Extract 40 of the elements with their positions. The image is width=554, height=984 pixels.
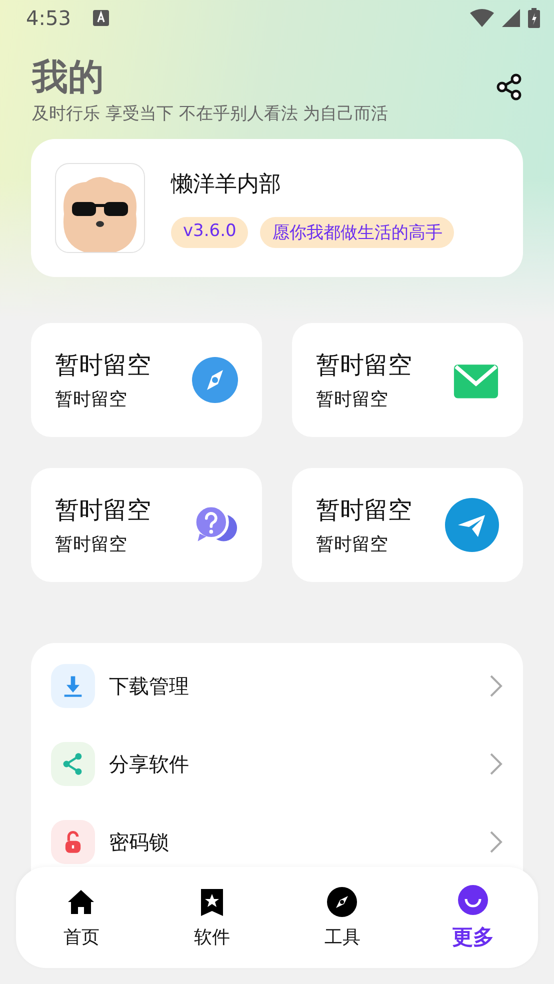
profile-name: 懒洋羊内部 bbox=[171, 170, 282, 198]
share-button[interactable] bbox=[494, 72, 524, 102]
tile-title: 暂时留空 bbox=[316, 350, 413, 381]
nav-tab[interactable]: 软件 bbox=[172, 886, 252, 948]
chevron-right-icon bbox=[489, 752, 503, 776]
nav-tab[interactable]: 工具 bbox=[302, 886, 382, 948]
nav-tab[interactable]: 更多 bbox=[432, 884, 513, 950]
download-icon bbox=[51, 664, 95, 708]
share-icon bbox=[51, 742, 95, 786]
unlocked-padlock-icon bbox=[51, 820, 95, 864]
tile-subtitle: 暂时留空 bbox=[316, 533, 389, 556]
tile-subtitle: 暂时留空 bbox=[55, 533, 128, 556]
compass-icon bbox=[327, 886, 358, 916]
chevron-right-icon bbox=[489, 674, 503, 698]
paper-plane-icon bbox=[445, 498, 499, 552]
battery-icon bbox=[528, 8, 540, 28]
tag: v3.6.0 bbox=[171, 216, 248, 248]
tile-subtitle: 暂时留空 bbox=[55, 388, 128, 411]
compass-icon bbox=[192, 357, 238, 403]
nav-tab[interactable]: 首页 bbox=[41, 886, 122, 948]
tile-title: 暂时留空 bbox=[55, 350, 152, 381]
tile-title: 暂时留空 bbox=[55, 495, 152, 526]
shortcut-tile[interactable]: 暂时留空 暂时留空 bbox=[292, 323, 523, 437]
tile-title: 暂时留空 bbox=[316, 495, 413, 526]
tag: 愿你我都做生活的高手 bbox=[260, 216, 454, 248]
menu-item[interactable]: 下载管理 bbox=[109, 672, 475, 700]
signal-icon bbox=[502, 9, 520, 27]
status-time: 4:53 bbox=[26, 6, 71, 30]
wifi-icon bbox=[470, 9, 494, 27]
shortcut-tile[interactable]: 暂时留空 暂时留空 bbox=[31, 468, 262, 582]
page-title: 我的 bbox=[32, 56, 105, 100]
chevron-right-icon bbox=[489, 830, 503, 854]
page-subtitle: 及时行乐 享受当下 不在乎别人看法 为自己而活 bbox=[32, 103, 390, 125]
keyboard-notification-icon bbox=[92, 10, 109, 26]
smile-circle-icon bbox=[458, 884, 488, 914]
menu-item[interactable]: 密码锁 bbox=[109, 828, 475, 856]
menu-item[interactable]: 分享软件 bbox=[109, 750, 475, 778]
shortcut-tile[interactable]: 暂时留空 暂时留空 bbox=[292, 468, 523, 582]
shortcut-tile[interactable]: 暂时留空 暂时留空 bbox=[31, 323, 262, 437]
tile-subtitle: 暂时留空 bbox=[316, 388, 389, 411]
